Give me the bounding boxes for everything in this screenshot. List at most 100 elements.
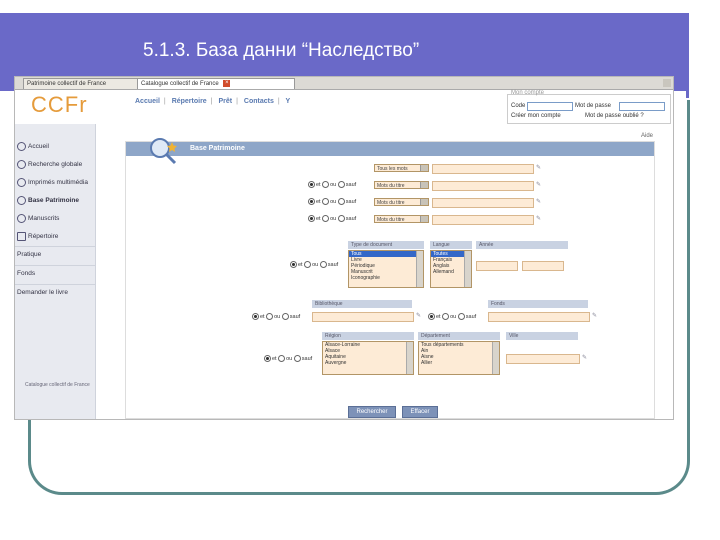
nav-pret[interactable]: Prêt: [218, 98, 232, 105]
radio-ou[interactable]: [322, 198, 330, 205]
radio-sauf[interactable]: [281, 313, 289, 320]
radio-ou[interactable]: [278, 355, 286, 362]
list-option[interactable]: Allier: [419, 360, 499, 366]
region-listbox[interactable]: Alsace-Lorraine Alsace Aquitaine Auvergn…: [322, 341, 414, 375]
radio-sauf[interactable]: [337, 215, 345, 222]
nav-repertoire[interactable]: Répertoire: [172, 98, 207, 105]
site-logo[interactable]: CCFr: [31, 92, 88, 118]
browser-tab-patrimoine[interactable]: Patrimoine collectif de France: [23, 78, 139, 89]
sidebar-item-base-patrimoine[interactable]: Base Patrimoine: [17, 196, 79, 205]
search-input-1[interactable]: [432, 164, 534, 174]
tab-label: Patrimoine collectif de France: [27, 81, 107, 87]
sidebar-item-imprimes[interactable]: Imprimés multimédia: [17, 178, 88, 187]
search-input-2[interactable]: [432, 181, 534, 191]
listbox-scrollbar[interactable]: [464, 251, 471, 287]
create-account-link[interactable]: Créer mon compte: [511, 113, 561, 119]
password-input[interactable]: [619, 102, 665, 111]
radio-et[interactable]: [290, 261, 297, 268]
radio-sauf[interactable]: [337, 198, 345, 205]
fonds-header: Fonds: [488, 300, 588, 308]
search-icon: [17, 160, 26, 169]
radio-sauf[interactable]: [293, 355, 301, 362]
radio-label: sauf: [327, 261, 339, 268]
chevron-down-icon: [420, 182, 428, 188]
search-icon: [17, 214, 26, 223]
year-from-input[interactable]: [476, 261, 518, 271]
search-input-3[interactable]: [432, 198, 534, 208]
search-button[interactable]: Rechercher: [348, 406, 396, 418]
pencil-icon[interactable]: ✎: [592, 312, 602, 319]
radio-ou[interactable]: [304, 261, 312, 268]
field-select-1[interactable]: Tous les mots: [374, 164, 429, 172]
browser-tab-catalogue[interactable]: Catalogue collectif de France ×: [137, 78, 295, 89]
radio-ou[interactable]: [322, 215, 330, 222]
radio-label: et: [316, 181, 321, 188]
field-select-3[interactable]: Mots du titre: [374, 198, 429, 206]
radio-ou[interactable]: [266, 313, 274, 320]
listbox-scrollbar[interactable]: [416, 251, 423, 287]
tab-scroll-icon[interactable]: [663, 79, 671, 87]
pencil-icon[interactable]: ✎: [536, 164, 546, 171]
radio-label: ou: [286, 355, 293, 362]
annee-header: Année: [476, 241, 568, 249]
radio-et[interactable]: [308, 215, 315, 222]
sidebar-item-accueil[interactable]: Accueil: [17, 142, 49, 151]
departement-listbox[interactable]: Tous départements Ain Aisne Allier: [418, 341, 500, 375]
list-option[interactable]: Auvergne: [323, 360, 413, 366]
departement-header: Département: [418, 332, 500, 340]
account-panel: Mon compte Code Mot de passe Créer mon c…: [505, 90, 673, 124]
nav-accueil[interactable]: Accueil: [135, 98, 160, 105]
listbox-scrollbar[interactable]: [406, 342, 413, 374]
close-icon[interactable]: ×: [223, 79, 231, 87]
langue-listbox[interactable]: Toutes Français Anglais Allemand: [430, 250, 472, 288]
sidebar-item-recherche-globale[interactable]: Recherche globale: [17, 160, 82, 169]
sidebar-item-demander[interactable]: Demander le livre: [17, 289, 68, 296]
operator-radio-group-4: et ou sauf: [308, 215, 356, 222]
search-input-4[interactable]: [432, 215, 534, 225]
radio-sauf[interactable]: [457, 313, 465, 320]
ville-input[interactable]: [506, 354, 580, 364]
sidebar-item-fonds[interactable]: Fonds: [17, 270, 35, 277]
sidebar-item-repertoire[interactable]: Répertoire: [17, 232, 58, 241]
radio-sauf[interactable]: [337, 181, 345, 188]
radio-ou[interactable]: [442, 313, 450, 320]
pencil-icon[interactable]: ✎: [536, 181, 546, 188]
langue-header: Langue: [430, 241, 472, 249]
sidebar-item-label: Accueil: [28, 143, 49, 151]
pencil-icon[interactable]: ✎: [536, 198, 546, 205]
clear-button[interactable]: Effacer: [402, 406, 438, 418]
slide-title: 5.1.3. База данни “Наследство”: [143, 40, 420, 61]
pencil-icon[interactable]: ✎: [416, 312, 426, 319]
radio-et[interactable]: [308, 198, 315, 205]
field-select-4[interactable]: Mots du titre: [374, 215, 429, 223]
fonds-input[interactable]: [488, 312, 590, 322]
sidebar-item-pratique[interactable]: Pratique: [17, 251, 41, 258]
radio-et[interactable]: [308, 181, 315, 188]
radio-et[interactable]: [264, 355, 271, 362]
pencil-icon[interactable]: ✎: [536, 215, 546, 222]
doc-type-listbox[interactable]: Tous Livre Périodique Manuscrit Iconogra…: [348, 250, 424, 288]
listbox-scrollbar[interactable]: [492, 342, 499, 374]
browser-tab-bar: Patrimoine collectif de France Catalogue…: [15, 77, 673, 90]
bibliotheque-input[interactable]: [312, 312, 414, 322]
code-input[interactable]: [527, 102, 573, 111]
year-to-input[interactable]: [522, 261, 564, 271]
panel-title: Base Patrimoine: [190, 145, 245, 152]
browser-screenshot: Patrimoine collectif de France Catalogue…: [14, 76, 674, 420]
sidebar-item-label: Fonds: [17, 270, 36, 277]
radio-ou[interactable]: [322, 181, 330, 188]
forgot-password-link[interactable]: Mot de passe oublié ?: [585, 113, 644, 119]
radio-et[interactable]: [428, 313, 435, 320]
sidebar-footer: Catalogue collectif de France: [25, 382, 90, 388]
field-select-2[interactable]: Mots du titre: [374, 181, 429, 189]
radio-sauf[interactable]: [319, 261, 327, 268]
sidebar-item-manuscrits[interactable]: Manuscrits: [17, 214, 59, 223]
radio-et[interactable]: [252, 313, 259, 320]
pencil-icon[interactable]: ✎: [582, 354, 592, 361]
nav-contacts[interactable]: Contacts: [244, 98, 274, 105]
region-operator-group: et ou sauf: [264, 355, 312, 362]
help-link[interactable]: Aide: [641, 133, 653, 139]
list-option[interactable]: Iconographie: [349, 275, 423, 281]
radio-label: et: [272, 355, 277, 362]
nav-y[interactable]: Y: [286, 98, 291, 105]
